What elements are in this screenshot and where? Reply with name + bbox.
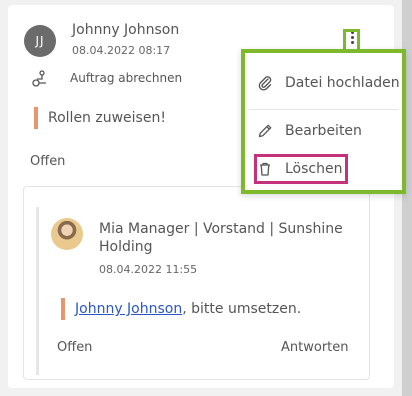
reply-button[interactable]: Antworten bbox=[281, 340, 349, 355]
task-label: Auftrag abrechnen bbox=[70, 71, 183, 85]
reply-indent-bar bbox=[36, 207, 39, 375]
context-menu: Datei hochladen Bearbeiten Löschen bbox=[241, 49, 406, 194]
reply-author: Mia Manager | Vorstand | Sunshine Holdin… bbox=[99, 221, 343, 255]
reply-text: Johnny Johnson, bitte umsetzen. bbox=[61, 298, 301, 320]
menu-item-label: Bearbeiten bbox=[285, 123, 362, 139]
menu-item-label: Datei hochladen bbox=[285, 75, 400, 91]
menu-item-edit[interactable]: Bearbeiten bbox=[257, 123, 362, 139]
paperclip-icon bbox=[258, 76, 272, 91]
pencil-icon bbox=[258, 124, 272, 138]
reply-text-suffix: , bitte umsetzen. bbox=[182, 301, 302, 317]
comment-author: Johnny Johnson bbox=[72, 22, 180, 38]
menu-item-upload[interactable]: Datei hochladen bbox=[257, 75, 400, 91]
avatar: JJ bbox=[24, 25, 56, 57]
reply-date: 08.04.2022 11:55 bbox=[99, 263, 198, 276]
avatar bbox=[51, 218, 83, 250]
workflow-icon bbox=[32, 70, 46, 87]
mention-link[interactable]: Johnny Johnson bbox=[75, 301, 182, 317]
status-label: Offen bbox=[57, 340, 93, 355]
comment-text: Rollen zuweisen! bbox=[34, 107, 166, 129]
status-label: Offen bbox=[30, 154, 66, 169]
delete-highlight bbox=[254, 154, 348, 184]
task-row[interactable]: Auftrag abrechnen bbox=[30, 68, 182, 88]
comment-date: 08.04.2022 08:17 bbox=[72, 44, 171, 57]
menu-divider bbox=[249, 109, 398, 110]
reply-card: Mia Manager | Vorstand | Sunshine Holdin… bbox=[23, 186, 370, 380]
